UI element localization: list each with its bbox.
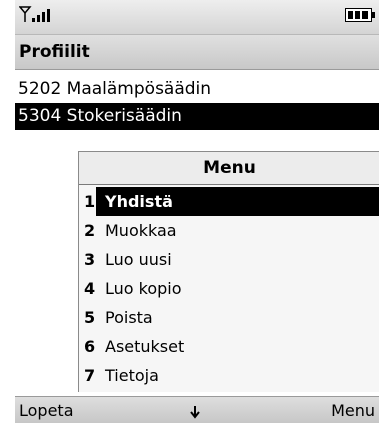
signal-strength-icon [19, 6, 50, 22]
menu-item-number: 3 [84, 250, 96, 269]
phone-screen: Profiilit 5202 Maalämpösäädin 5304 Stoke… [15, 0, 379, 423]
menu-item-number: 7 [84, 366, 96, 385]
screen-title-bar: Profiilit [15, 35, 379, 70]
page-title: Profiilit [19, 42, 90, 62]
menu-title: Menu [79, 152, 379, 185]
menu-item-label: Poista [105, 308, 153, 327]
menu-item-yhdista[interactable]: 1 Yhdistä [79, 187, 379, 216]
menu-item-tietoja[interactable]: 7 Tietoja [79, 361, 379, 390]
softkey-right-button[interactable]: Menu [331, 397, 375, 423]
menu-item-muokkaa[interactable]: 2 Muokkaa [79, 216, 379, 245]
status-bar [15, 0, 379, 35]
menu-item-number: 4 [84, 279, 96, 298]
menu-item-label: Luo kopio [105, 279, 182, 298]
profile-list: 5202 Maalämpösäädin 5304 Stokerisäädin [15, 76, 379, 130]
menu-item-label: Asetukset [105, 337, 185, 356]
menu-item-number: 2 [84, 221, 96, 240]
battery-icon [345, 8, 375, 22]
list-item-profile-5202[interactable]: 5202 Maalämpösäädin [15, 76, 379, 103]
softkey-left-button[interactable]: Lopeta [19, 397, 74, 423]
menu-item-poista[interactable]: 5 Poista [79, 303, 379, 332]
down-arrow-icon[interactable] [190, 397, 200, 423]
menu-item-label: Yhdistä [96, 187, 379, 216]
menu-item-number: 6 [84, 337, 96, 356]
menu-item-label: Muokkaa [105, 221, 177, 240]
list-item-profile-5304[interactable]: 5304 Stokerisäädin [15, 103, 379, 130]
menu-item-asetukset[interactable]: 6 Asetukset [79, 332, 379, 361]
menu-item-number: 5 [84, 308, 96, 327]
popup-menu: Menu 1 Yhdistä 2 Muokkaa 3 Luo uusi 4 Lu… [78, 151, 379, 392]
menu-list: 1 Yhdistä 2 Muokkaa 3 Luo uusi 4 Luo kop… [79, 187, 379, 390]
menu-item-label: Tietoja [105, 366, 159, 385]
menu-item-label: Luo uusi [105, 250, 172, 269]
softkey-bar: Lopeta Menu [15, 396, 379, 423]
menu-item-luo-uusi[interactable]: 3 Luo uusi [79, 245, 379, 274]
menu-item-luo-kopio[interactable]: 4 Luo kopio [79, 274, 379, 303]
menu-item-number: 1 [84, 192, 96, 211]
